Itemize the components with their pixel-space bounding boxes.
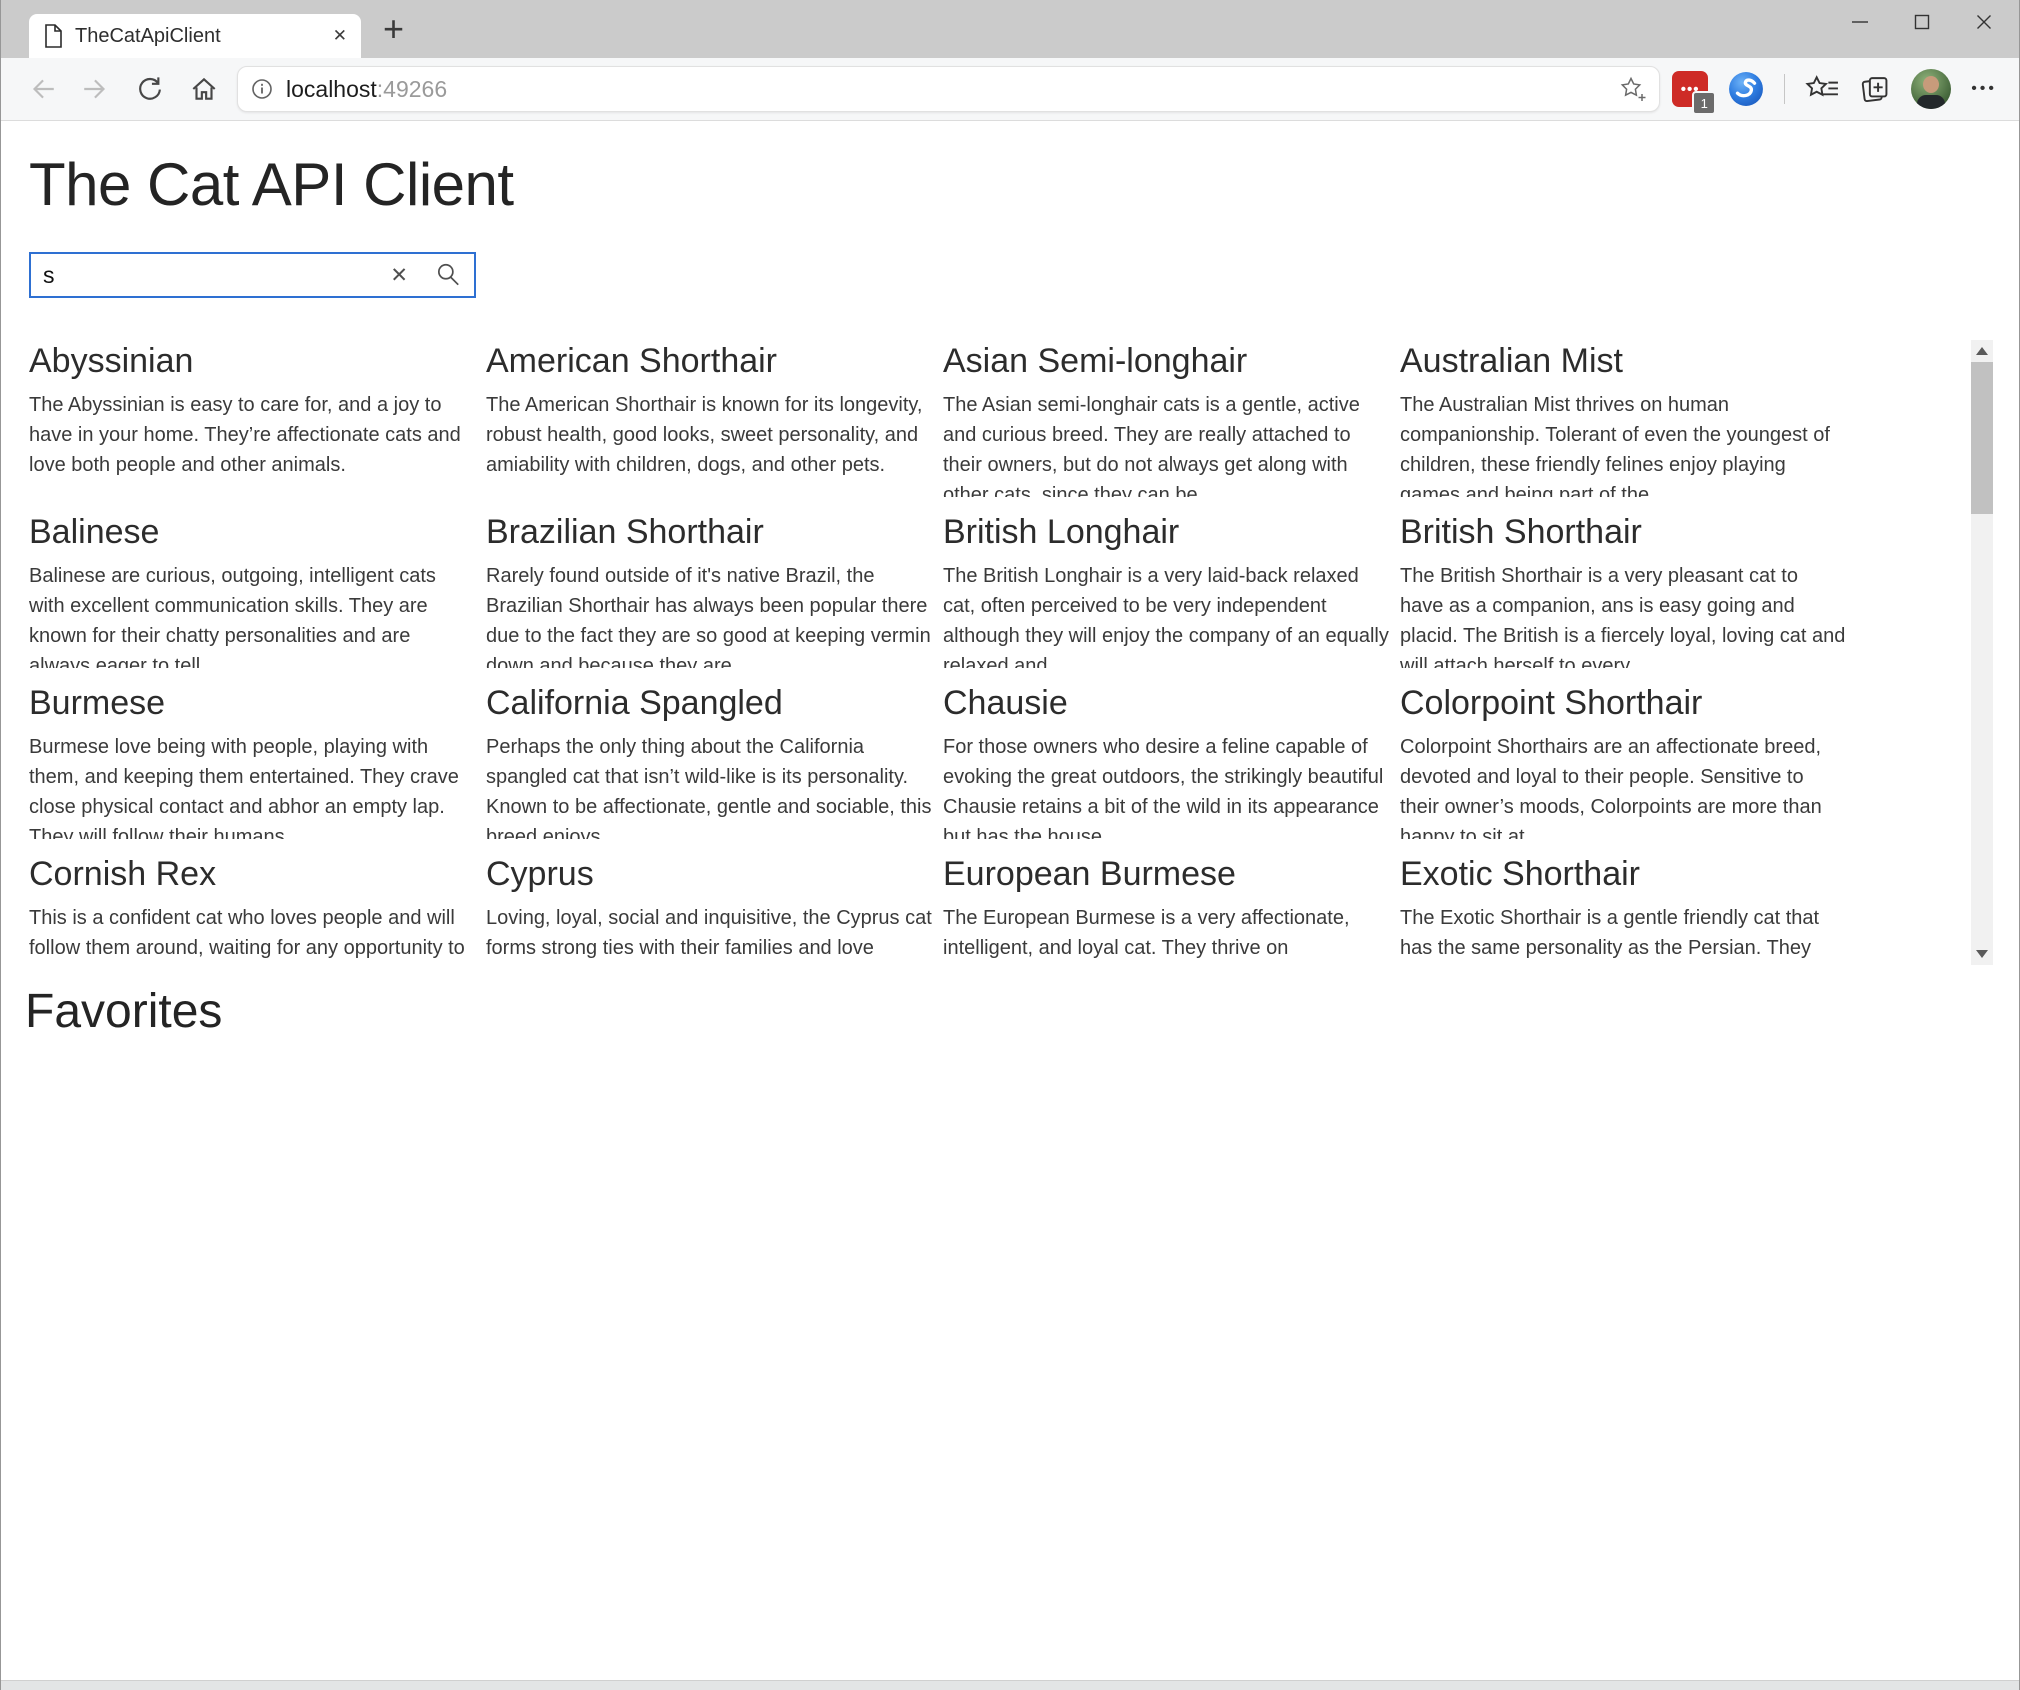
url-text[interactable]: localhost:49266 xyxy=(286,76,1619,103)
maximize-button[interactable] xyxy=(1891,0,1953,44)
forward-button[interactable] xyxy=(69,66,123,112)
breed-name: Burmese xyxy=(29,682,475,725)
breed-card[interactable]: British Longhair The British Longhair is… xyxy=(943,511,1389,668)
breed-card[interactable]: Australian Mist The Australian Mist thri… xyxy=(1400,340,1846,497)
window-controls xyxy=(1829,0,2015,44)
add-favorite-star-icon[interactable] xyxy=(1619,75,1647,103)
breed-name: Colorpoint Shorthair xyxy=(1400,682,1846,725)
breed-name: Cornish Rex xyxy=(29,853,475,896)
breed-card[interactable]: Balinese Balinese are curious, outgoing,… xyxy=(29,511,475,668)
breed-card[interactable]: Chausie For those owners who desire a fe… xyxy=(943,682,1389,839)
breed-name: Asian Semi-longhair xyxy=(943,340,1389,383)
breed-card[interactable]: California Spangled Perhaps the only thi… xyxy=(486,682,932,839)
breed-description: The Asian semi-longhair cats is a gentle… xyxy=(943,390,1389,498)
breed-list-viewport: Abyssinian The Abyssinian is easy to car… xyxy=(1,340,2019,965)
breed-name: Abyssinian xyxy=(29,340,475,383)
scrollbar-thumb[interactable] xyxy=(1971,362,1993,514)
toolbar-separator xyxy=(1784,74,1785,104)
breed-card[interactable]: Burmese Burmese love being with people, … xyxy=(29,682,475,839)
tab-close-icon[interactable]: ✕ xyxy=(333,26,347,46)
favorites-bar-icon[interactable] xyxy=(1805,74,1839,104)
close-window-button[interactable] xyxy=(1953,0,2015,44)
minimize-button[interactable] xyxy=(1829,0,1891,44)
breed-card[interactable]: Asian Semi-longhair The Asian semi-longh… xyxy=(943,340,1389,497)
breed-description: The Australian Mist thrives on human com… xyxy=(1400,390,1846,498)
document-icon xyxy=(43,24,63,48)
breed-card[interactable]: Cyprus Loving, loyal, social and inquisi… xyxy=(486,853,932,965)
breed-description: The Exotic Shorthair is a gentle friendl… xyxy=(1400,903,1846,966)
password-manager-extension-icon[interactable]: ••• 1 xyxy=(1672,71,1708,107)
clear-search-icon[interactable]: ✕ xyxy=(390,263,408,288)
page-content: The Cat API Client ✕ Abyssinian The Abys… xyxy=(1,147,2019,1041)
browser-window: TheCatApiClient ✕ + xyxy=(0,0,2020,1690)
profile-avatar[interactable] xyxy=(1911,69,1951,109)
breed-card[interactable]: American Shorthair The American Shorthai… xyxy=(486,340,932,497)
extension-badge: 1 xyxy=(1692,91,1716,115)
breed-grid: Abyssinian The Abyssinian is easy to car… xyxy=(29,340,2019,965)
site-info-icon[interactable] xyxy=(250,77,274,101)
breed-description: The European Burmese is a very affection… xyxy=(943,903,1389,966)
breed-description: The British Shorthair is a very pleasant… xyxy=(1400,561,1846,669)
home-button[interactable] xyxy=(177,66,231,112)
breed-card[interactable]: Brazilian Shorthair Rarely found outside… xyxy=(486,511,932,668)
breed-description: The British Longhair is a very laid-back… xyxy=(943,561,1389,669)
breed-name: Cyprus xyxy=(486,853,932,896)
url-host: localhost xyxy=(286,76,377,102)
breed-description: Perhaps the only thing about the Califor… xyxy=(486,732,932,840)
breed-name: Exotic Shorthair xyxy=(1400,853,1846,896)
breed-description: This is a confident cat who loves people… xyxy=(29,903,475,966)
breed-description: Rarely found outside of it's native Braz… xyxy=(486,561,932,669)
breed-name: Balinese xyxy=(29,511,475,554)
breed-description: For those owners who desire a feline cap… xyxy=(943,732,1389,840)
breed-card[interactable]: Cornish Rex This is a confident cat who … xyxy=(29,853,475,965)
breed-description: The Abyssinian is easy to care for, and … xyxy=(29,390,475,480)
breed-description: Loving, loyal, social and inquisitive, t… xyxy=(486,903,932,966)
browser-toolbar: localhost:49266 ••• 1 xyxy=(1,58,2019,121)
favorites-heading: Favorites xyxy=(25,983,2019,1041)
settings-menu-icon[interactable]: ••• xyxy=(1971,80,1997,98)
breed-card[interactable]: British Shorthair The British Shorthair … xyxy=(1400,511,1846,668)
breed-description: Colorpoint Shorthairs are an affectionat… xyxy=(1400,732,1846,840)
url-port: :49266 xyxy=(377,76,447,102)
scroll-down-arrow-icon[interactable] xyxy=(1976,950,1988,958)
breed-card[interactable]: Colorpoint Shorthair Colorpoint Shorthai… xyxy=(1400,682,1846,839)
breed-name: Australian Mist xyxy=(1400,340,1846,383)
breed-description: Burmese love being with people, playing … xyxy=(29,732,475,840)
extensions-area: ••• 1 ••• xyxy=(1672,69,2005,109)
search-box[interactable]: ✕ xyxy=(29,252,476,298)
breed-description: The American Shorthair is known for its … xyxy=(486,390,932,480)
window-bottom-frame xyxy=(1,1680,2019,1690)
tab-title: TheCatApiClient xyxy=(75,25,321,48)
breed-name: Chausie xyxy=(943,682,1389,725)
breed-name: British Shorthair xyxy=(1400,511,1846,554)
collections-icon[interactable] xyxy=(1859,73,1891,105)
browser-tab[interactable]: TheCatApiClient ✕ xyxy=(29,14,361,58)
search-icon[interactable] xyxy=(434,261,462,289)
breed-card[interactable]: Exotic Shorthair The Exotic Shorthair is… xyxy=(1400,853,1846,965)
new-tab-button[interactable]: + xyxy=(383,8,404,50)
breed-name: California Spangled xyxy=(486,682,932,725)
breed-name: Brazilian Shorthair xyxy=(486,511,932,554)
search-input[interactable] xyxy=(31,254,390,296)
breed-name: American Shorthair xyxy=(486,340,932,383)
breed-card[interactable]: European Burmese The European Burmese is… xyxy=(943,853,1389,965)
breed-name: European Burmese xyxy=(943,853,1389,896)
breed-description: Balinese are curious, outgoing, intellig… xyxy=(29,561,475,669)
scroll-up-arrow-icon[interactable] xyxy=(1976,347,1988,355)
globe-extension-icon[interactable] xyxy=(1728,71,1764,107)
refresh-button[interactable] xyxy=(123,66,177,112)
tab-strip: TheCatApiClient ✕ + xyxy=(1,0,2019,58)
breed-name: British Longhair xyxy=(943,511,1389,554)
breed-list-scrollbar[interactable] xyxy=(1971,340,1993,965)
breed-card[interactable]: Abyssinian The Abyssinian is easy to car… xyxy=(29,340,475,497)
back-button[interactable] xyxy=(15,66,69,112)
page-title: The Cat API Client xyxy=(29,147,2019,222)
address-bar[interactable]: localhost:49266 xyxy=(237,66,1660,112)
